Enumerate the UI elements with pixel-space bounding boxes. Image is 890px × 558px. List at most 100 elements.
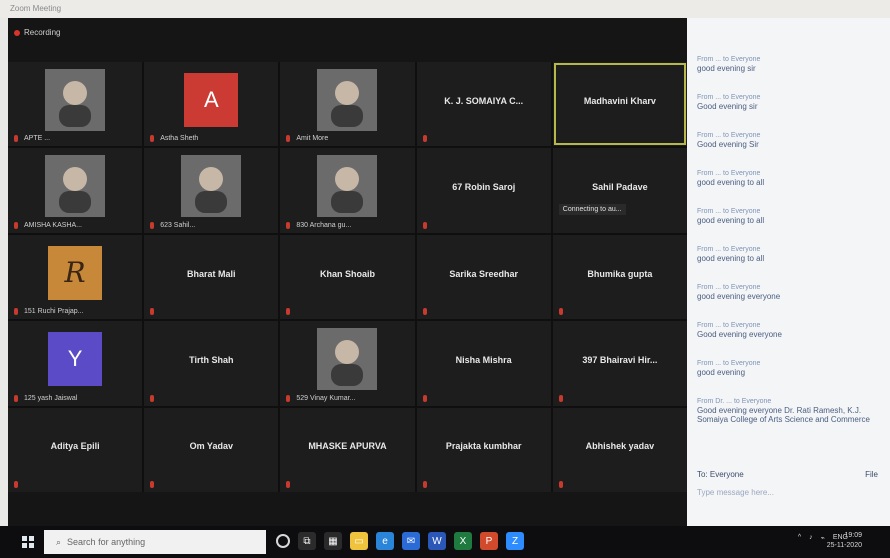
participant-name-center: Bharat Mali xyxy=(187,268,236,279)
participant-tile[interactable]: APTE ... xyxy=(8,62,143,147)
participant-video xyxy=(317,155,378,218)
chat-message-sender: From ... to Everyone xyxy=(697,132,761,139)
chat-message: From ... to Everyone good evening sir xyxy=(697,56,882,73)
participant-name-center: 67 Robin Saroj xyxy=(452,182,516,193)
recording-indicator: Recording xyxy=(14,28,60,37)
participant-tile[interactable]: Tirth Shah xyxy=(144,321,279,406)
chat-file-button[interactable]: File xyxy=(865,470,878,479)
clock-time: 19:09 xyxy=(844,532,862,539)
muted-mic-icon xyxy=(286,394,291,402)
chat-message-sender: From ... to Everyone xyxy=(697,322,761,329)
participant-tile[interactable]: Prajakta kumbhar xyxy=(416,407,551,492)
chat-message-text: Good evening sir xyxy=(697,102,758,111)
tray-chevron-icon[interactable]: ^ xyxy=(798,534,801,542)
chat-input[interactable]: Type message here... xyxy=(697,488,774,497)
participant-name: 830 Archana gu... xyxy=(296,221,352,229)
participant-tile[interactable]: Aditya Epili xyxy=(8,407,143,492)
chat-message: From ... to Everyone good evening to all xyxy=(697,208,882,225)
participant-name-center: Madhavini Kharv xyxy=(583,95,656,106)
search-icon: ⌕ xyxy=(56,536,62,547)
participant-tile[interactable]: 830 Archana gu... xyxy=(280,148,415,233)
chat-message: From ... to Everyone good evening to all xyxy=(697,246,882,263)
participant-name: 529 Vinay Kumar... xyxy=(296,394,356,402)
cortana-icon[interactable] xyxy=(276,534,290,548)
zoom-app-icon[interactable]: Z xyxy=(506,532,524,550)
muted-mic-icon xyxy=(150,481,155,488)
chat-to-selector[interactable]: To: Everyone xyxy=(697,470,744,479)
participant-avatar: Y xyxy=(48,332,103,387)
participant-tile[interactable]: Y 125 yash Jaiswal xyxy=(8,321,143,406)
participant-tile[interactable]: Bharat Mali xyxy=(144,234,279,320)
participant-tile[interactable]: AMISHA KASHA... xyxy=(8,148,143,233)
muted-mic-icon xyxy=(150,308,155,316)
participant-name: 623 Sahil... xyxy=(160,221,196,229)
powerpoint-icon[interactable]: P xyxy=(480,532,498,550)
participant-tile[interactable]: A Astha Sheth xyxy=(144,62,279,147)
muted-mic-icon xyxy=(558,481,563,488)
windows-start-icon[interactable] xyxy=(22,536,34,548)
chat-message-text: good evening to all xyxy=(697,178,765,187)
participant-tile[interactable]: Abhishek yadav xyxy=(552,407,687,492)
participant-name-center: Abhishek yadav xyxy=(585,441,655,452)
participant-name: Amit More xyxy=(296,135,329,143)
connecting-audio-status: Connecting to au... xyxy=(558,203,626,215)
chat-message: From ... to Everyone Good evening everyon… xyxy=(697,322,882,339)
muted-mic-icon xyxy=(422,481,427,488)
participant-tile[interactable]: Khan Shoaib xyxy=(280,234,415,320)
participant-tile[interactable]: 397 Bhairavi Hir... xyxy=(552,321,687,406)
participant-name-center: Tirth Shah xyxy=(189,354,234,365)
chat-message-text: Good evening everyone Dr. Rati Ramesh, K… xyxy=(697,406,870,424)
window-title: Zoom Meeting xyxy=(10,4,62,13)
participant-tile[interactable]: Bhumika gupta xyxy=(552,234,687,320)
participant-name: Astha Sheth xyxy=(160,135,199,143)
muted-mic-icon xyxy=(14,394,18,402)
network-icon[interactable]: ⌁ xyxy=(821,534,825,542)
taskbar-search-input[interactable]: ⌕ Search for anything xyxy=(44,530,266,554)
taskbar-clock[interactable]: 19:09 25-11-2020 xyxy=(827,531,862,551)
participant-tile[interactable]: Sarika Sreedhar xyxy=(416,234,551,320)
task-view-icon[interactable]: ⧉ xyxy=(298,532,316,550)
participant-name-center: Khan Shoaib xyxy=(319,268,375,279)
file-explorer-icon[interactable]: ▭ xyxy=(350,532,368,550)
participant-name-center: Om Yadav xyxy=(189,441,233,452)
participant-tile[interactable]: 623 Sahil... xyxy=(144,148,279,233)
muted-mic-icon xyxy=(286,135,291,143)
chat-panel: From ... to Everyone good evening sir From… xyxy=(687,18,890,526)
participant-tile[interactable]: K. J. SOMAIYA C... xyxy=(416,62,551,147)
chat-message-sender: From ... to Everyone xyxy=(697,208,761,215)
participants-grid: APTE ... A Astha Sheth Amit More K. J. SOMAI… xyxy=(8,62,687,492)
mail-icon[interactable]: ✉ xyxy=(402,532,420,550)
muted-mic-icon xyxy=(422,221,427,229)
participant-tile[interactable]: 529 Vinay Kumar... xyxy=(280,321,415,406)
participant-tile[interactable]: Nisha Mishra xyxy=(416,321,551,406)
participant-name: 125 yash Jaiswal xyxy=(24,394,78,402)
participant-name-center: 397 Bhairavi Hir... xyxy=(582,354,658,365)
chat-message-sender: From ... to Everyone xyxy=(697,246,761,253)
word-icon[interactable]: W xyxy=(428,532,446,550)
participant-tile[interactable]: Amit More xyxy=(280,62,415,147)
participant-video xyxy=(317,68,378,131)
participant-video xyxy=(317,328,378,391)
volume-icon[interactable]: ♪ xyxy=(809,534,813,542)
store-icon[interactable]: ▦ xyxy=(324,532,342,550)
participant-tile[interactable]: Sahil Padave Connecting to au... xyxy=(552,148,687,233)
muted-mic-icon xyxy=(14,221,18,229)
participant-video xyxy=(181,155,242,218)
muted-mic-icon xyxy=(422,308,427,316)
participant-name-center: K. J. SOMAIYA C... xyxy=(444,95,524,106)
chat-message-text: Good evening everyone xyxy=(697,330,782,339)
participant-tile[interactable]: Madhavini Kharv xyxy=(552,62,687,147)
participant-avatar: R xyxy=(48,245,103,300)
edge-browser-icon[interactable]: e xyxy=(376,532,394,550)
chat-message-sender: From ... to Everyone xyxy=(697,56,761,63)
muted-mic-icon xyxy=(422,394,427,402)
participant-name-center: Nisha Mishra xyxy=(455,354,512,365)
chat-message-sender: From ... to Everyone xyxy=(697,284,761,291)
participant-tile[interactable]: MHASKE APURVA xyxy=(280,407,415,492)
participant-tile[interactable]: 67 Robin Saroj xyxy=(416,148,551,233)
excel-icon[interactable]: X xyxy=(454,532,472,550)
muted-mic-icon xyxy=(286,481,291,488)
participant-tile[interactable]: R 151 Ruchi Prajap... xyxy=(8,234,143,320)
chat-message-text: Good evening Sir xyxy=(697,140,759,149)
participant-tile[interactable]: Om Yadav xyxy=(144,407,279,492)
